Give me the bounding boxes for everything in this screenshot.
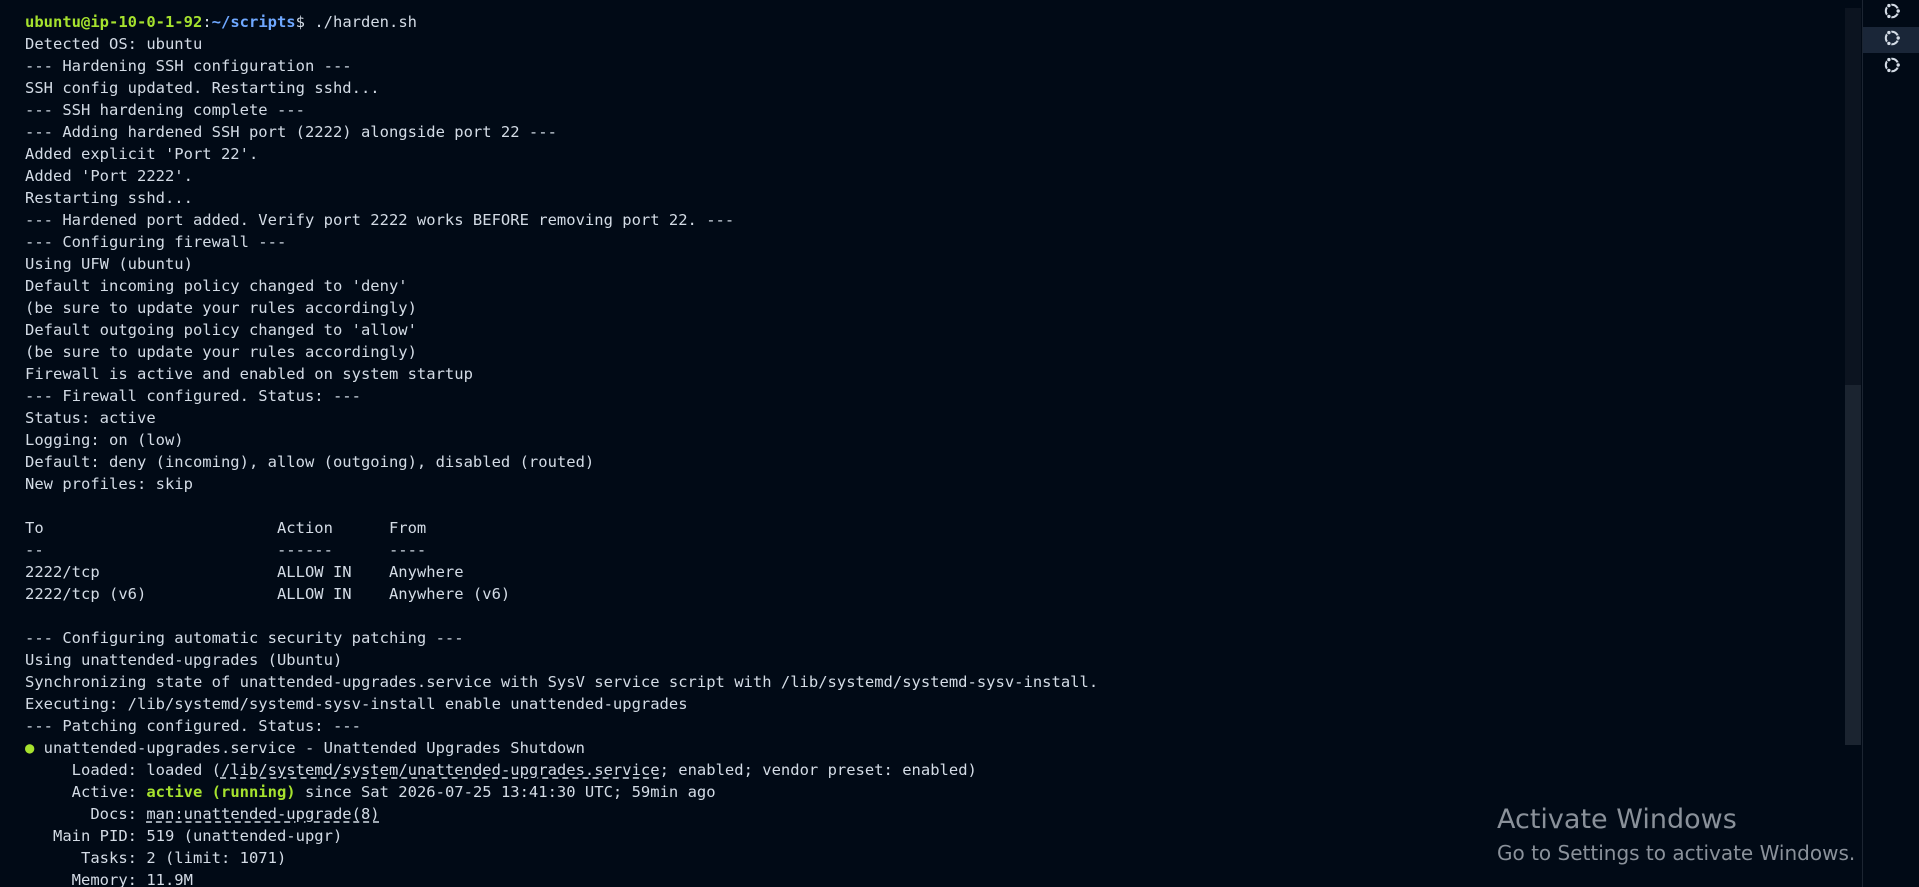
output-line: (be sure to update your rules accordingl… xyxy=(25,343,417,361)
docs-label: Docs: xyxy=(25,805,147,823)
output-line: Default: deny (incoming), allow (outgoin… xyxy=(25,453,595,471)
output-line: Added 'Port 2222'. xyxy=(25,167,193,185)
prompt-path: ~/scripts xyxy=(211,13,296,31)
prompt-dollar: $ xyxy=(295,13,315,31)
terminal-tab-2[interactable] xyxy=(1863,27,1919,53)
output-line: To Action From xyxy=(25,519,427,537)
loaded-unit-path[interactable]: /lib/systemd/system/unattended-upgrades.… xyxy=(221,761,660,779)
output-line: --- Configuring firewall --- xyxy=(25,233,287,251)
service-loaded-line: Loaded: loaded (/lib/systemd/system/unat… xyxy=(25,759,1098,781)
output-line: -- ------ ---- xyxy=(25,541,427,559)
service-header-line: ● unattended-upgrades.service - Unattend… xyxy=(25,737,1098,759)
output-line: Detected OS: ubuntu xyxy=(25,35,203,53)
active-state: active (running) xyxy=(146,783,296,801)
prompt-command: ./harden.sh xyxy=(314,13,417,31)
output-line: --- Patching configured. Status: --- xyxy=(25,717,361,735)
service-tasks-line: Tasks: 2 (limit: 1071) xyxy=(25,849,287,867)
active-label: Active: xyxy=(25,783,147,801)
service-memory-line: Memory: 11.9M xyxy=(25,871,193,887)
terminal-tab-1[interactable] xyxy=(1863,0,1919,26)
loaded-post: ; enabled; vendor preset: enabled) xyxy=(659,761,977,779)
output-line: --- Firewall configured. Status: --- xyxy=(25,387,361,405)
output-line: --- Configuring automatic security patch… xyxy=(25,629,464,647)
output-line: --- SSH hardening complete --- xyxy=(25,101,305,119)
ubuntu-icon xyxy=(1882,55,1902,79)
loaded-pre: loaded ( xyxy=(146,761,221,779)
output-line: Default outgoing policy changed to 'allo… xyxy=(25,321,417,339)
active-since: since Sat 2026-07-25 13:41:30 UTC; 59min… xyxy=(295,783,716,801)
output-line: Logging: on (low) xyxy=(25,431,184,449)
output-line: Default incoming policy changed to 'deny… xyxy=(25,277,408,295)
output-line: Executing: /lib/systemd/systemd-sysv-ins… xyxy=(25,695,688,713)
service-active-line: Active: active (running) since Sat 2026-… xyxy=(25,781,1098,803)
output-line: Restarting sshd... xyxy=(25,189,193,207)
watermark-subtitle: Go to Settings to activate Windows. xyxy=(1497,841,1856,865)
terminal-tab-strip xyxy=(1862,0,1919,887)
output-line: --- Hardening SSH configuration --- xyxy=(25,57,352,75)
output-line: SSH config updated. Restarting sshd... xyxy=(25,79,380,97)
output-line: Synchronizing state of unattended-upgrad… xyxy=(25,673,1099,691)
output-line: New profiles: skip xyxy=(25,475,193,493)
watermark-title: Activate Windows xyxy=(1497,804,1737,835)
terminal-panel[interactable]: ubuntu@ip-10-0-1-92:~/scripts$ ./harden.… xyxy=(0,0,1843,887)
terminal-output: ubuntu@ip-10-0-1-92:~/scripts$ ./harden.… xyxy=(25,11,1098,887)
ubuntu-icon xyxy=(1882,28,1902,52)
output-line: (be sure to update your rules accordingl… xyxy=(25,299,417,317)
output-line: Added explicit 'Port 22'. xyxy=(25,145,259,163)
output-line: 2222/tcp ALLOW IN Anywhere xyxy=(25,563,464,581)
loaded-label: Loaded: xyxy=(25,761,147,779)
service-docs-line: Docs: man:unattended-upgrade(8) xyxy=(25,803,1098,825)
output-line: Using UFW (ubuntu) xyxy=(25,255,193,273)
prompt-user-host: ubuntu@ip-10-0-1-92 xyxy=(25,13,203,31)
activate-windows-watermark: Activate Windows Go to Settings to activ… xyxy=(1497,802,1855,868)
prompt-line: ubuntu@ip-10-0-1-92:~/scripts$ ./harden.… xyxy=(25,11,1098,33)
terminal-scrollbar-thumb[interactable] xyxy=(1845,385,1861,745)
ubuntu-icon xyxy=(1882,1,1902,25)
terminal-tab-3[interactable] xyxy=(1863,54,1919,80)
service-mainpid-line: Main PID: 519 (unattended-upgr) xyxy=(25,827,343,845)
output-line: 2222/tcp (v6) ALLOW IN Anywhere (v6) xyxy=(25,585,511,603)
docs-link[interactable]: man:unattended-upgrade(8) xyxy=(146,805,379,823)
output-lines: Detected OS: ubuntu --- Hardening SSH con… xyxy=(25,33,1098,737)
output-line: Firewall is active and enabled on system… xyxy=(25,365,473,383)
output-line: --- Hardened port added. Verify port 222… xyxy=(25,211,735,229)
service-header: unattended-upgrades.service - Unattended… xyxy=(34,739,585,757)
output-line: Status: active xyxy=(25,409,156,427)
prompt-separator: : xyxy=(202,13,212,31)
output-line: Using unattended-upgrades (Ubuntu) xyxy=(25,651,343,669)
output-line: --- Adding hardened SSH port (2222) alon… xyxy=(25,123,557,141)
status-bullet: ● xyxy=(25,739,35,757)
